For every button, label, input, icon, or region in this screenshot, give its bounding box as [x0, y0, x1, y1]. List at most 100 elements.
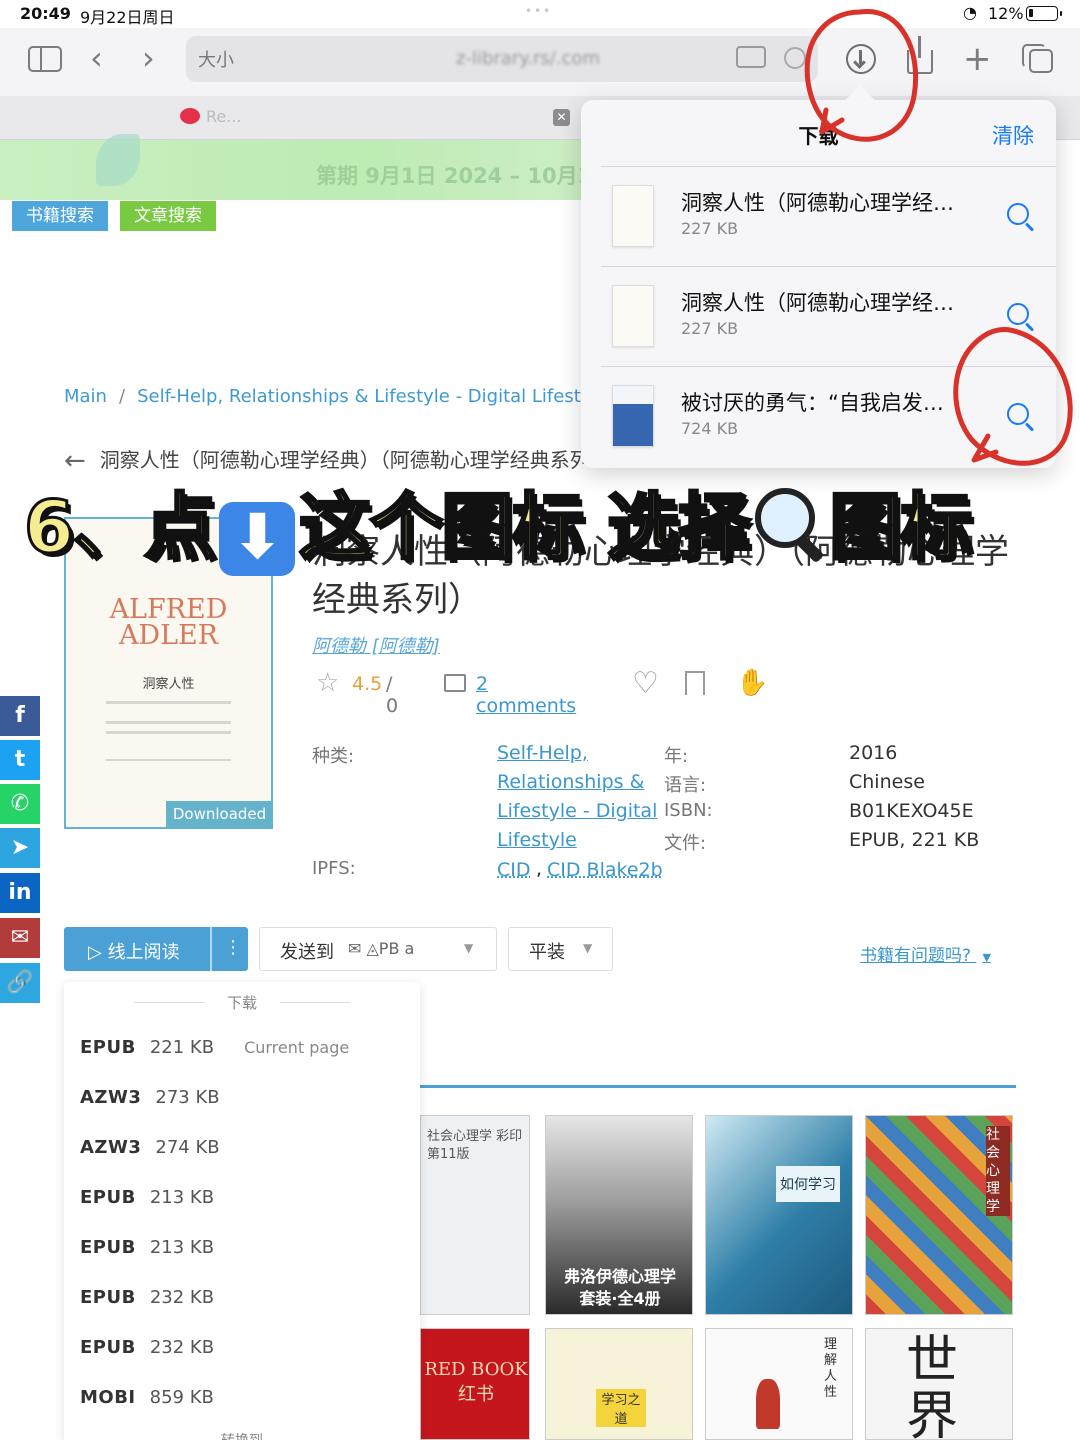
url-text[interactable]: z-library.rs/.com	[456, 48, 600, 69]
downloads-title: 下载	[798, 124, 839, 148]
breadcrumb-category[interactable]: Self-Help, Relationships & Lifestyle - D…	[137, 386, 584, 407]
email-share-icon[interactable]: ✉	[0, 918, 40, 958]
ipfs-blake-link[interactable]: CID Blake2b	[547, 856, 663, 885]
address-bar[interactable]: 大小 z-library.rs/.com	[186, 36, 818, 82]
author-link[interactable]: 阿德勒 [阿德勒]	[312, 632, 440, 658]
download-format-menu: 下载 EPUB 221 KB Current page AZW3 273 KB AZW…	[64, 982, 420, 1440]
plus-icon[interactable]: +	[963, 42, 992, 76]
year-value: 2016	[849, 742, 898, 764]
download-size: 213 KB	[149, 1237, 215, 1258]
download-option[interactable]: EPUB 232 KB	[80, 1287, 214, 1308]
downloads-popover: 下载 清除 洞察人性（阿德勒心理学经… 227 KB 洞察人性（阿德勒心理学经……	[581, 85, 1056, 468]
share-icon[interactable]	[907, 36, 933, 74]
back-icon[interactable]: ‹	[90, 42, 103, 74]
multitask-dots-icon[interactable]: •••	[525, 4, 552, 18]
cover-text-line	[106, 701, 231, 704]
download-size: 232 KB	[149, 1337, 215, 1358]
download-option[interactable]: EPUB 221 KB Current page	[80, 1037, 349, 1058]
related-book[interactable]: 理解人性	[705, 1328, 853, 1440]
download-size: 221 KB	[149, 1037, 215, 1058]
telegram-share-icon[interactable]: ➤	[0, 828, 40, 868]
star-icon[interactable]: ☆	[316, 668, 339, 698]
related-book[interactable]: RED BOOK 红书	[420, 1328, 530, 1440]
current-page-note: Current page	[244, 1038, 350, 1057]
comment-icon[interactable]	[444, 674, 466, 692]
category-line-2[interactable]: Relationships &	[497, 768, 644, 797]
clear-downloads-button[interactable]: 清除	[992, 120, 1034, 150]
related-divider	[420, 1085, 1016, 1088]
linkedin-share-icon[interactable]: in	[0, 873, 40, 913]
download-option[interactable]: MOBI 859 KB	[80, 1387, 214, 1408]
download-format: MOBI	[80, 1387, 136, 1408]
facebook-share-icon[interactable]: f	[0, 696, 40, 736]
more-options-button[interactable]: ⋮	[224, 937, 242, 958]
download-item[interactable]: 洞察人性（阿德勒心理学经… 227 KB	[581, 267, 1056, 367]
sidebar-icon[interactable]	[28, 46, 62, 72]
breadcrumb-main[interactable]: Main	[64, 386, 107, 407]
close-tab-icon[interactable]: ✕	[553, 109, 570, 126]
related-book[interactable]: 如何学习	[705, 1115, 853, 1315]
related-book[interactable]: 社会心理学 彩印 第11版	[420, 1115, 530, 1315]
ipfs-comma: ,	[536, 858, 543, 880]
ipfs-label: IPFS:	[312, 858, 356, 879]
category-line-3[interactable]: Lifestyle - Digital	[497, 797, 657, 826]
favicon-icon	[180, 108, 200, 124]
download-option[interactable]: EPUB 232 KB	[80, 1337, 214, 1358]
category-line-4[interactable]: Lifestyle	[497, 826, 577, 855]
search-icon[interactable]	[1007, 303, 1029, 325]
report-problem-link[interactable]: 书籍有问题吗? ▼	[860, 941, 991, 966]
twitter-share-icon[interactable]: t	[0, 740, 40, 780]
download-item[interactable]: 洞察人性（阿德勒心理学经… 227 KB	[581, 167, 1056, 267]
read-online-button[interactable]: ▷ 线上阅读 ⋮	[64, 927, 248, 971]
download-format: EPUB	[80, 1337, 136, 1358]
related-book[interactable]: 弗洛伊德心理学 套装·全4册	[545, 1115, 693, 1315]
isbn-label: ISBN:	[664, 800, 713, 821]
tab-title[interactable]: Re...	[206, 107, 242, 126]
download-option[interactable]: AZW3 273 KB	[80, 1087, 220, 1108]
download-option[interactable]: AZW3 274 KB	[80, 1137, 220, 1158]
send-to-button[interactable]: 发送到 ✉ ◬PB a ▼	[259, 927, 497, 971]
wifi-icon: ◔	[963, 3, 977, 22]
download-item-size: 724 KB	[681, 419, 739, 438]
download-item-name: 洞察人性（阿德勒心理学经…	[681, 291, 954, 315]
promo-banner[interactable]: 第期 9月1日 2024 – 10月1	[0, 134, 600, 200]
rating-count: 0	[386, 695, 399, 717]
related-book-title: 社会心理学	[986, 1126, 1010, 1216]
battery-icon	[1026, 6, 1062, 21]
category-line-1[interactable]: Self-Help,	[497, 739, 588, 768]
link-share-icon[interactable]: 🔗	[0, 963, 40, 1003]
banner-text: 第期 9月1日 2024 – 10月1	[316, 164, 593, 188]
article-search-tab[interactable]: 文章搜索	[120, 201, 216, 231]
related-book[interactable]: 社会心理学	[865, 1115, 1013, 1315]
cover-text-line	[106, 731, 231, 734]
download-item-size: 227 KB	[681, 219, 739, 238]
caret-down-icon: ▼	[982, 951, 991, 964]
ipfs-cid-link[interactable]: CID	[497, 856, 531, 885]
related-book[interactable]: 学习之道	[545, 1328, 693, 1440]
forward-icon[interactable]: ›	[142, 42, 155, 74]
related-book[interactable]: 世界观	[865, 1328, 1013, 1440]
search-icon[interactable]	[1007, 403, 1029, 425]
convert-to-header: 转换到	[64, 1430, 420, 1440]
reader-icon[interactable]	[736, 46, 766, 68]
bookmark-icon[interactable]	[685, 671, 705, 695]
comments-link[interactable]: 2 comments	[476, 673, 576, 717]
download-item-name: 洞察人性（阿德勒心理学经…	[681, 191, 954, 215]
tabs-icon[interactable]	[1022, 44, 1053, 73]
reload-icon[interactable]	[784, 47, 806, 69]
binding-select[interactable]: 平装 ▼	[508, 927, 613, 971]
whatsapp-share-icon[interactable]: ✆	[0, 784, 40, 824]
related-book-title: 世界观	[906, 1331, 959, 1440]
heart-icon[interactable]: ♡	[632, 666, 659, 701]
year-label: 年:	[664, 746, 689, 767]
download-item[interactable]: 被讨厌的勇气：“自我启发… 724 KB	[581, 367, 1056, 467]
download-option[interactable]: EPUB 213 KB	[80, 1237, 214, 1258]
donate-icon[interactable]: ✋	[736, 668, 768, 698]
search-icon[interactable]	[1007, 203, 1029, 225]
download-option[interactable]: EPUB 213 KB	[80, 1187, 214, 1208]
breadcrumb: Main / Self-Help, Relationships & Lifestyl…	[64, 386, 584, 407]
download-format: EPUB	[80, 1037, 136, 1058]
download-icon[interactable]	[846, 44, 876, 74]
book-search-tab[interactable]: 书籍搜索	[12, 201, 108, 231]
text-size-button[interactable]: 大小	[198, 46, 234, 72]
